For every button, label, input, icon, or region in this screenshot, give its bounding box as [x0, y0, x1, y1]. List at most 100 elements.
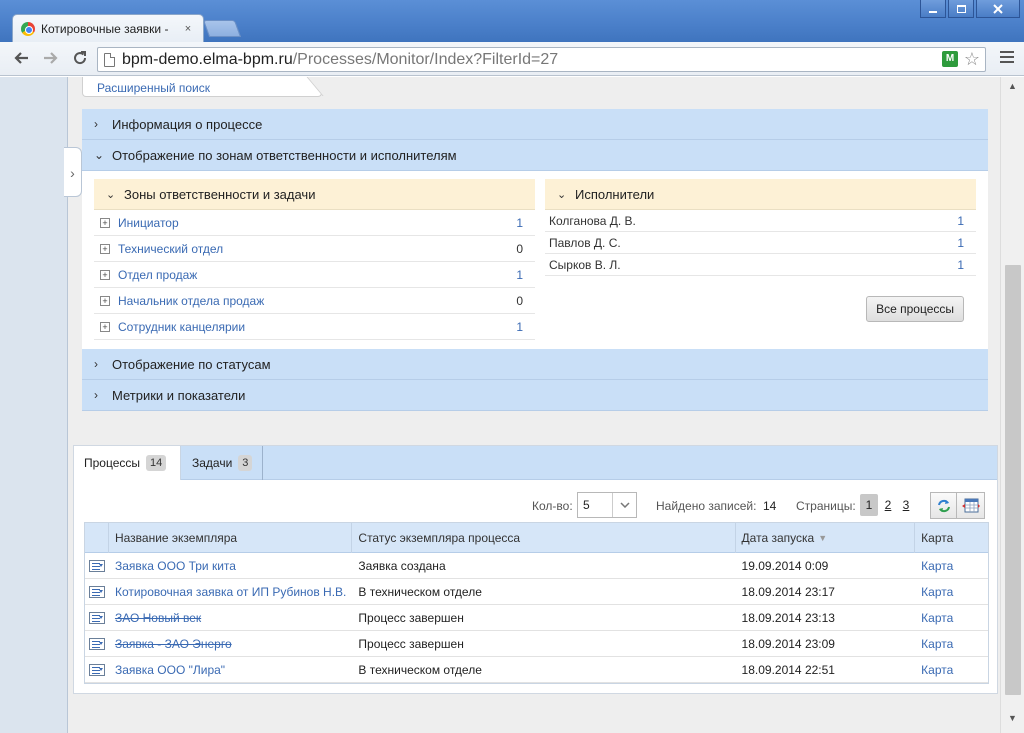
zone-count[interactable]: 1	[516, 268, 523, 282]
reload-button[interactable]	[70, 49, 90, 69]
zone-name-link[interactable]: Инициатор	[118, 216, 516, 230]
tabs-bar: Процессы 14 Задачи 3	[74, 446, 997, 480]
accordion-by-status[interactable]: › Отображение по статусам	[82, 349, 988, 380]
row-menu-icon[interactable]	[89, 663, 105, 676]
process-name-link[interactable]: Заявка ООО "Лира"	[115, 663, 225, 677]
maximize-button[interactable]	[948, 0, 974, 18]
header-status[interactable]: Статус экземпляра процесса	[352, 523, 736, 553]
process-name-link[interactable]: ЗАО Новый век	[115, 611, 201, 625]
zone-row: + Отдел продаж 1	[94, 262, 535, 288]
expand-plus-icon[interactable]: +	[100, 269, 110, 280]
column-settings-button[interactable]	[957, 492, 985, 519]
zone-count[interactable]: 1	[516, 320, 523, 334]
date-cell: 18.09.2014 22:51	[741, 662, 835, 677]
header-map[interactable]: Карта	[915, 523, 988, 553]
zones-header[interactable]: ⌄ Зоны ответственности и задачи	[94, 179, 535, 210]
process-name-link[interactable]: Заявка ООО Три кита	[115, 559, 236, 573]
zone-count[interactable]: 1	[516, 216, 523, 230]
date-cell: 18.09.2014 23:13	[741, 610, 835, 625]
chevron-down-icon	[612, 493, 636, 517]
process-name-link[interactable]: Заявка - ЗАО Энерго	[115, 637, 232, 651]
minimize-button[interactable]	[920, 0, 946, 18]
map-link[interactable]: Карта	[921, 559, 953, 573]
bookmark-star-icon[interactable]: ☆	[964, 49, 980, 69]
browser-tab[interactable]: Котировочные заявки - ×	[12, 14, 204, 42]
executor-count-link[interactable]: 1	[957, 236, 964, 250]
found-count: 14	[763, 499, 777, 513]
close-window-button[interactable]	[976, 0, 1020, 18]
executor-row: Колганова Д. В. 1	[545, 210, 976, 232]
row-menu-icon[interactable]	[89, 611, 105, 624]
executor-row: Павлов Д. С. 1	[545, 232, 976, 254]
page-icon	[104, 52, 115, 67]
expand-plus-icon[interactable]: +	[100, 243, 110, 254]
address-bar[interactable]: bpm-demo.elma-bpm.ru/Processes/Monitor/I…	[97, 47, 986, 72]
map-link[interactable]: Карта	[921, 663, 953, 677]
tab-tasks[interactable]: Задачи 3	[182, 446, 264, 480]
browser-menu-icon[interactable]	[1000, 51, 1014, 65]
zone-name-link[interactable]: Начальник отдела продаж	[118, 294, 516, 308]
scroll-down-icon[interactable]: ▼	[1008, 713, 1017, 723]
header-date[interactable]: Дата запуска ▼	[736, 523, 916, 553]
tab-close-icon[interactable]: ×	[181, 23, 195, 35]
name-cell: Котировочная заявка от ИП Рубинов Н.В.	[109, 579, 352, 604]
process-name-link[interactable]: Котировочная заявка от ИП Рубинов Н.В.	[115, 585, 346, 599]
back-button[interactable]	[12, 49, 32, 69]
all-processes-button[interactable]: Все процессы	[866, 296, 964, 322]
map-link[interactable]: Карта	[921, 585, 953, 599]
zone-name-link[interactable]: Сотрудник канцелярии	[118, 320, 516, 334]
expand-plus-icon[interactable]: +	[100, 217, 110, 228]
expand-plus-icon[interactable]: +	[100, 295, 110, 306]
map-link[interactable]: Карта	[921, 611, 953, 625]
zone-name-link[interactable]: Отдел продаж	[118, 268, 516, 282]
chevron-right-icon: ›	[94, 117, 98, 131]
tab-processes[interactable]: Процессы 14	[74, 446, 181, 480]
scroll-up-icon[interactable]: ▲	[1008, 81, 1017, 91]
accordion-process-info[interactable]: › Информация о процессе	[82, 109, 988, 140]
date-cell: 19.09.2014 0:09	[741, 558, 829, 573]
row-menu-icon[interactable]	[89, 585, 105, 598]
status-cell: В техническом отделе	[358, 662, 482, 677]
zones-title: Зоны ответственности и задачи	[124, 186, 316, 202]
advanced-search-link[interactable]: Расширенный поиск	[97, 81, 210, 95]
executor-count-link[interactable]: 1	[957, 258, 964, 272]
processes-table: Название экземпляра Статус экземпляра пр…	[84, 522, 989, 684]
browser-titlebar: Котировочные заявки - ×	[0, 0, 1024, 42]
page-3-link[interactable]: 3	[897, 494, 915, 516]
back-arrow-icon	[14, 52, 28, 64]
header-name[interactable]: Название экземпляра	[109, 523, 353, 553]
page-scrollbar[interactable]: ▲ ▼	[1000, 77, 1024, 733]
chevron-down-icon: ⌄	[94, 148, 105, 162]
zones-section: ⌄ Зоны ответственности и задачи + Инициат…	[94, 179, 535, 340]
date-cell: 18.09.2014 23:09	[741, 636, 835, 651]
name-cell: Заявка - ЗАО Энерго	[109, 631, 352, 656]
refresh-button[interactable]	[930, 492, 957, 519]
expand-plus-icon[interactable]: +	[100, 321, 110, 332]
accordion-metrics[interactable]: › Метрики и показатели	[82, 380, 988, 411]
accordion-label: Информация о процессе	[112, 116, 263, 132]
row-menu-cell	[85, 657, 109, 682]
zone-name-link[interactable]: Технический отдел	[118, 242, 516, 256]
map-link[interactable]: Карта	[921, 637, 953, 651]
row-menu-icon[interactable]	[89, 637, 105, 650]
page-size-select[interactable]: 5	[577, 492, 637, 518]
row-menu-icon[interactable]	[89, 559, 105, 572]
new-tab-button[interactable]	[202, 20, 242, 37]
table-row: Заявка ООО "Лира" В техническом отделе 18.…	[85, 657, 988, 683]
status-cell: В техническом отделе	[358, 584, 482, 599]
accordion-by-zones[interactable]: ⌄ Отображение по зонам ответственности и…	[82, 140, 988, 171]
scrollbar-thumb[interactable]	[1005, 265, 1021, 695]
monitor-accordion: › Информация о процессе ⌄ Отображение по…	[82, 109, 988, 411]
forward-button[interactable]	[40, 49, 60, 69]
tab-label: Процессы	[84, 456, 141, 470]
page-1-link[interactable]: 1	[860, 494, 878, 516]
executors-header[interactable]: ⌄ Исполнители	[545, 179, 976, 210]
extension-icon[interactable]: M	[942, 51, 958, 67]
table-row: Котировочная заявка от ИП Рубинов Н.В. В …	[85, 579, 988, 605]
table-row: ЗАО Новый век Процесс завершен 18.09.2014 …	[85, 605, 988, 631]
pages-label: Страницы:	[796, 499, 856, 513]
executor-count-link[interactable]: 1	[957, 214, 964, 228]
page-2-link[interactable]: 2	[879, 494, 897, 516]
accordion-label: Отображение по статусам	[112, 356, 271, 372]
date-cell: 18.09.2014 23:17	[741, 584, 835, 599]
